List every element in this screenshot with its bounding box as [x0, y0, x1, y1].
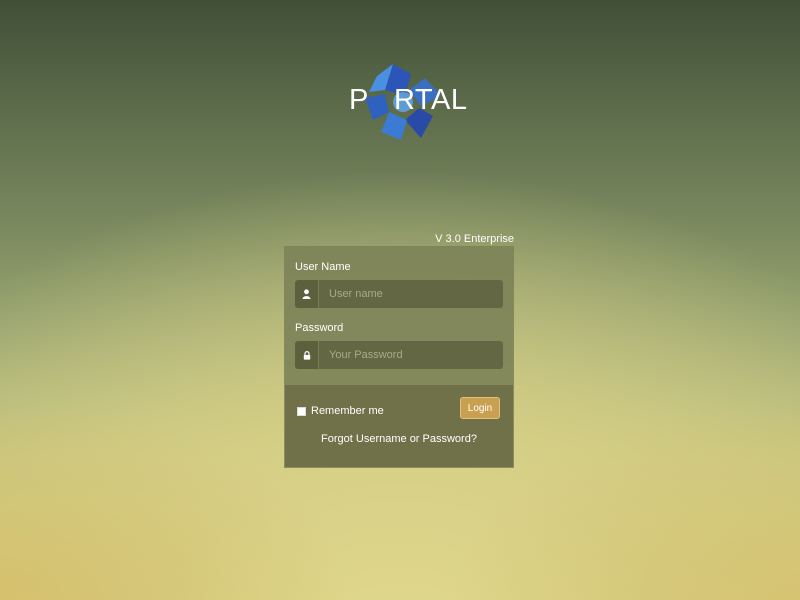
forgot-credentials-link[interactable]: Forgot Username or Password? — [285, 433, 513, 445]
user-icon — [295, 280, 319, 308]
logo-letter-p: P — [349, 84, 369, 116]
remember-me: Remember me — [297, 405, 384, 417]
actions-section: Remember me Login Forgot Username or Pas… — [285, 385, 513, 467]
portal-logo: P RTAL — [345, 60, 475, 145]
login-panel: User Name Password Remember — [284, 246, 514, 468]
logo-letters-rtal: RTAL — [394, 84, 468, 116]
remember-checkbox[interactable] — [297, 406, 306, 416]
username-input[interactable] — [319, 280, 503, 308]
version-label: V 3.0 Enterprise — [435, 233, 514, 245]
credentials-section: User Name Password — [285, 247, 513, 385]
username-label: User Name — [295, 261, 351, 273]
remember-label[interactable]: Remember me — [311, 405, 384, 417]
lock-icon — [295, 341, 319, 369]
password-group — [295, 341, 503, 369]
username-group — [295, 280, 503, 308]
password-label: Password — [295, 322, 344, 334]
login-button[interactable]: Login — [460, 397, 500, 419]
password-input[interactable] — [319, 341, 503, 369]
